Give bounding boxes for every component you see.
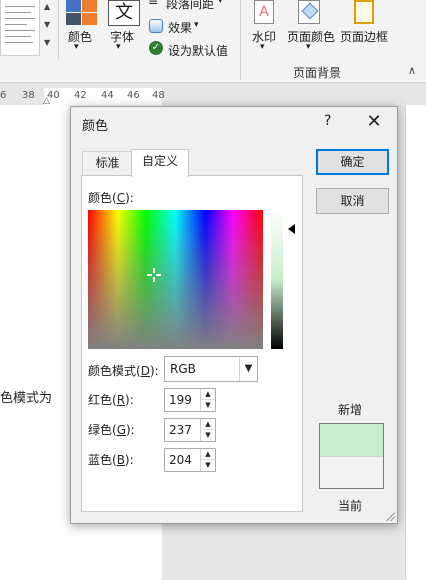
green-increment-icon[interactable]: ▲ bbox=[201, 419, 215, 430]
ok-button[interactable]: 确定 bbox=[316, 149, 389, 175]
paragraph-spacing-button[interactable]: ≡ 段落间距 ▾ bbox=[148, 0, 233, 14]
font-icon: 文 bbox=[108, 0, 140, 26]
paragraph-spacing-label: 段落间距 bbox=[166, 0, 215, 11]
watermark-button[interactable]: A 水印 ▾ bbox=[248, 0, 282, 56]
page-background-group-label: 页面背景 bbox=[293, 66, 342, 80]
close-icon[interactable]: ✕ bbox=[361, 110, 387, 134]
effects-icon bbox=[149, 19, 163, 33]
blue-label: 蓝色(B): bbox=[88, 453, 134, 467]
horizontal-ruler[interactable]: 6 38 40 42 44 46 48 △ bbox=[0, 88, 165, 106]
color-dialog: 颜色 ? ✕ 标准 自定义 颜色(C): 颜色模式(D): RGB ▼ 红色(R… bbox=[70, 106, 398, 524]
gallery-down-icon[interactable]: ▼ bbox=[44, 20, 50, 29]
red-value[interactable]: 199 bbox=[169, 393, 192, 407]
ruler-tick: 48 bbox=[152, 90, 165, 101]
colors-label: 颜色 bbox=[68, 30, 93, 44]
help-icon[interactable]: ? bbox=[324, 113, 331, 129]
fonts-button[interactable]: 文 字体 ▾ bbox=[106, 0, 142, 56]
collapse-ribbon-icon[interactable]: ∧ bbox=[408, 64, 416, 77]
gallery-more-icon[interactable]: ▼ bbox=[44, 38, 50, 47]
cancel-button[interactable]: 取消 bbox=[316, 188, 389, 214]
color-model-value: RGB bbox=[170, 362, 196, 376]
watermark-dropdown-icon: ▾ bbox=[260, 42, 265, 52]
ruler-tick: 44 bbox=[101, 90, 114, 101]
luminance-arrow-icon[interactable] bbox=[288, 224, 295, 234]
green-spinner[interactable]: 237 ▲ ▼ bbox=[164, 418, 216, 442]
checkmark-icon: ✓ bbox=[149, 41, 163, 55]
color-model-label: 颜色模式(D): bbox=[88, 364, 159, 378]
page-color-icon bbox=[298, 0, 320, 24]
new-color-label: 新增 bbox=[338, 403, 363, 417]
tab-custom[interactable]: 自定义 bbox=[131, 149, 189, 177]
blue-spinner[interactable]: 204 ▲ ▼ bbox=[164, 448, 216, 472]
new-color-swatch bbox=[320, 424, 383, 456]
paragraph-spacing-icon: ≡ bbox=[148, 0, 159, 8]
set-as-default-label: 设为默认值 bbox=[168, 44, 229, 58]
color-spectrum[interactable] bbox=[88, 210, 263, 349]
effects-dropdown-icon: ▾ bbox=[194, 20, 199, 30]
ruler-tick: 42 bbox=[74, 90, 87, 101]
luminance-slider[interactable] bbox=[271, 210, 283, 349]
page-color-dropdown-icon: ▾ bbox=[306, 42, 311, 52]
color-model-select[interactable]: RGB ▼ bbox=[164, 356, 258, 382]
current-color-label: 当前 bbox=[338, 499, 363, 513]
blue-value[interactable]: 204 bbox=[169, 453, 192, 467]
red-spinner[interactable]: 199 ▲ ▼ bbox=[164, 388, 216, 412]
tab-standard[interactable]: 标准 bbox=[82, 151, 133, 176]
fonts-label: 字体 bbox=[110, 30, 135, 44]
ruler-tick: 46 bbox=[127, 90, 140, 101]
chevron-down-icon: ▼ bbox=[239, 357, 257, 381]
current-color-swatch bbox=[320, 456, 383, 488]
page-color-button[interactable]: 页面颜色 ▾ bbox=[286, 0, 338, 56]
red-decrement-icon[interactable]: ▼ bbox=[201, 400, 215, 411]
style-set-thumbnail[interactable] bbox=[0, 0, 40, 56]
resize-grip-icon[interactable] bbox=[385, 511, 395, 521]
color-preview bbox=[319, 423, 384, 489]
effects-button[interactable]: 效果 ▾ bbox=[148, 17, 218, 37]
document-text: 色模式为 bbox=[0, 391, 53, 406]
dialog-title: 颜色 bbox=[82, 119, 109, 134]
page-borders-label: 页面边框 bbox=[340, 30, 389, 44]
ruler-tick: 38 bbox=[22, 90, 35, 101]
page-color-label: 页面颜色 bbox=[287, 30, 336, 44]
custom-tab-panel: 颜色(C): 颜色模式(D): RGB ▼ 红色(R): 199 ▲ ▼ 绿色(… bbox=[81, 175, 303, 512]
colors-label: 颜色(C): bbox=[88, 191, 134, 205]
crosshair-icon bbox=[147, 268, 161, 282]
document-right-area bbox=[405, 105, 426, 580]
page-border-icon bbox=[354, 0, 374, 24]
gallery-up-icon[interactable]: ▲ bbox=[44, 2, 50, 11]
ribbon: ▲ ▼ ▼ 颜色 ▾ 文 字体 ▾ ≡ 段落间距 ▾ 效果 ▾ ✓ 设为默认值 … bbox=[0, 0, 426, 83]
green-label: 绿色(G): bbox=[88, 423, 135, 437]
blue-decrement-icon[interactable]: ▼ bbox=[201, 460, 215, 471]
effects-label: 效果 bbox=[168, 21, 193, 35]
red-increment-icon[interactable]: ▲ bbox=[201, 389, 215, 400]
watermark-icon: A bbox=[254, 0, 274, 24]
paragraph-spacing-dropdown-icon: ▾ bbox=[218, 0, 223, 6]
fonts-dropdown-icon: ▾ bbox=[116, 42, 121, 52]
colors-button[interactable]: 颜色 ▾ bbox=[64, 0, 100, 56]
set-as-default-button[interactable]: ✓ 设为默认值 bbox=[148, 40, 230, 60]
green-value[interactable]: 237 bbox=[169, 423, 192, 437]
colors-dropdown-icon: ▾ bbox=[74, 42, 79, 52]
page-borders-button[interactable]: 页面边框 bbox=[340, 0, 392, 56]
color-palette-icon bbox=[66, 0, 97, 25]
green-decrement-icon[interactable]: ▼ bbox=[201, 430, 215, 441]
ruler-tick: 6 bbox=[0, 90, 7, 101]
blue-increment-icon[interactable]: ▲ bbox=[201, 449, 215, 460]
red-label: 红色(R): bbox=[88, 393, 134, 407]
